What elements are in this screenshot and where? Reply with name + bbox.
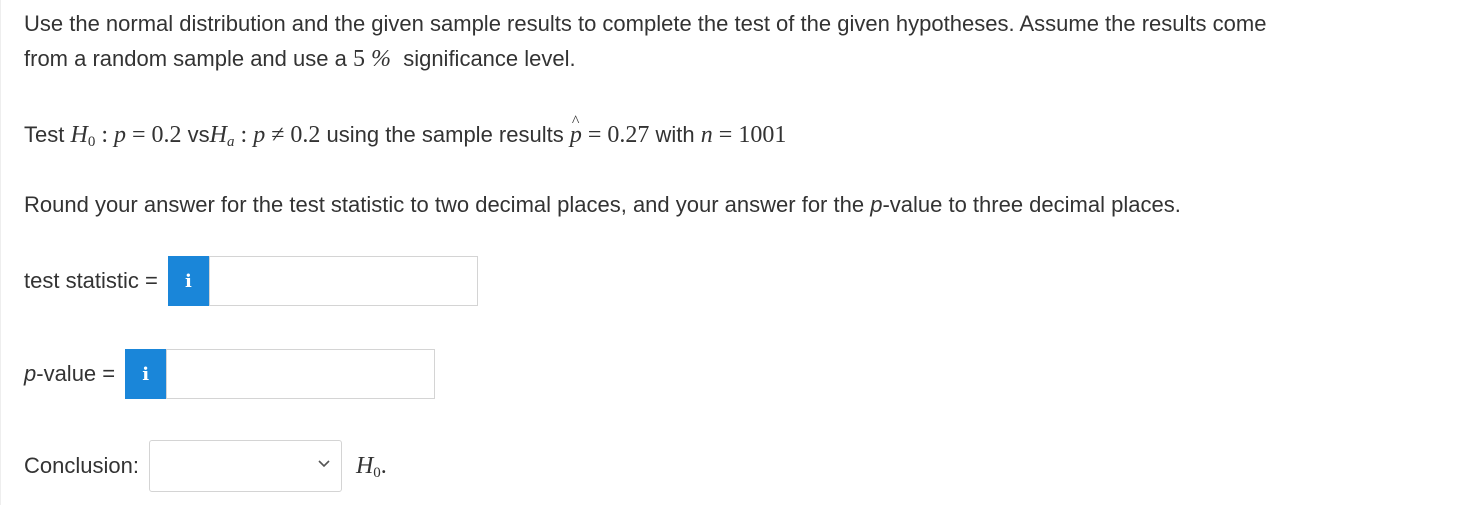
p0-value: 0.2: [290, 122, 321, 148]
test-statistic-row: test statistic = i: [24, 256, 478, 306]
test-statistic-label: test statistic =: [24, 268, 158, 293]
significance-level: 5 %: [353, 46, 391, 72]
p-value-label-p: p: [24, 361, 37, 386]
equals: =: [587, 122, 602, 148]
using-text: using the sample results: [326, 122, 564, 147]
significance-value: 5: [352, 46, 365, 72]
p-value-label-rest: -value =: [36, 361, 116, 386]
test-statistic-input[interactable]: [208, 256, 478, 306]
sample-proportion: p=0.27: [570, 104, 650, 148]
info-icon-glyph: i: [184, 270, 192, 292]
chevron-down-icon: [318, 460, 330, 468]
instructions-line1: Use the normal distribution and the give…: [24, 11, 1267, 36]
ha-sub: a: [227, 134, 235, 150]
equals: =: [132, 122, 146, 148]
info-icon[interactable]: i: [125, 349, 167, 399]
rounding-instructions: Round your answer for the test statistic…: [24, 187, 1181, 222]
p-value-row: p-value = i: [24, 349, 436, 399]
n-value: 1001: [738, 122, 787, 148]
conclusion-period: .: [380, 452, 387, 479]
p0-value: 0.2: [151, 122, 182, 148]
p-symbol: p: [253, 122, 266, 148]
instructions-line2-pre: from a random sample and use a: [24, 46, 347, 71]
phat-value: 0.27: [607, 122, 650, 148]
percent-sign: %: [370, 46, 391, 72]
p-value-label: p-value =: [24, 361, 115, 387]
with-word: with: [655, 122, 695, 147]
conclusion-h0: H0.: [355, 452, 387, 481]
instructions: Use the normal distribution and the give…: [24, 6, 1454, 77]
question-body: Use the normal distribution and the give…: [24, 6, 1454, 492]
colon: :: [101, 122, 108, 148]
hypotheses-line: Test H0: p = 0.2 vsHa: p ≠ 0.2 using the sampl…: [24, 104, 787, 153]
info-icon[interactable]: i: [167, 256, 209, 306]
test-word: Test: [24, 122, 65, 147]
phat-symbol: p: [570, 104, 582, 153]
equals: =: [718, 122, 733, 148]
colon: :: [240, 122, 248, 148]
conclusion-h-sub: 0: [373, 464, 381, 481]
instructions-line2-post: significance level.: [403, 46, 576, 71]
info-icon-glyph: i: [142, 363, 150, 385]
rounding-suffix: -value to three decimal places.: [882, 192, 1181, 217]
p-value-input[interactable]: [166, 349, 436, 399]
conclusion-select[interactable]: [148, 440, 342, 492]
rounding-p: p: [870, 192, 883, 217]
not-equal: ≠: [271, 122, 285, 148]
null-hypothesis: H0: p = 0.2: [70, 122, 182, 150]
alt-hypothesis: Ha: p ≠ 0.2: [209, 122, 321, 150]
conclusion-row: Conclusion: H0.: [24, 440, 387, 492]
rounding-prefix: Round your answer for the test statistic…: [24, 192, 871, 217]
ha-symbol: H: [209, 122, 228, 148]
vs-word: vs: [187, 122, 210, 147]
p-symbol: p: [114, 122, 126, 148]
conclusion-h-symbol: H: [355, 452, 374, 479]
conclusion-label: Conclusion:: [24, 453, 139, 478]
h0-symbol: H: [70, 122, 88, 148]
left-border: [0, 0, 1, 505]
sample-size: n = 1001: [701, 122, 787, 148]
n-symbol: n: [700, 122, 713, 148]
